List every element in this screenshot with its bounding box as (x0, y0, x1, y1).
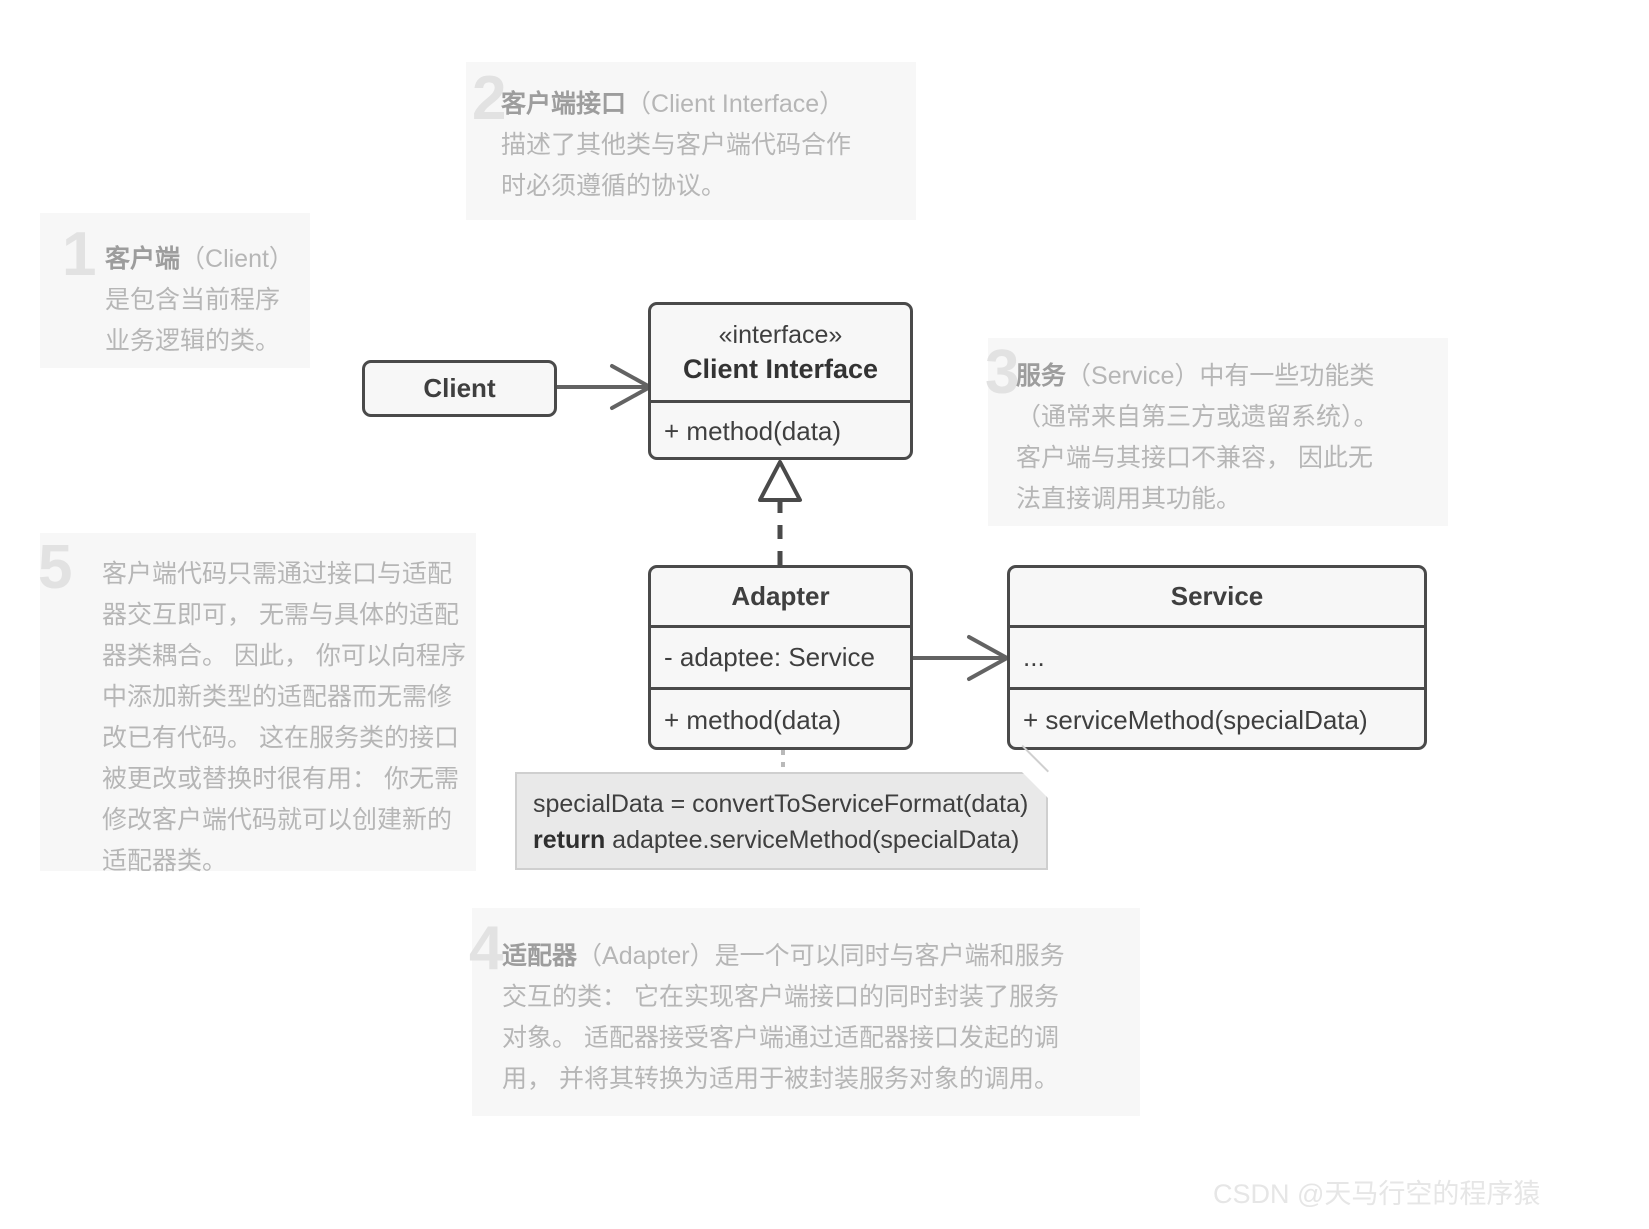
code-note-line-2: return adaptee.serviceMethod(specialData… (533, 826, 1019, 855)
annotation-3-number: 3 (985, 338, 1019, 407)
class-adapter-title: Adapter (731, 581, 830, 611)
annotation-4-line-4: 用， 并将其转换为适用于被封装服务对象的调用。 (502, 1065, 1059, 1093)
annotation-4-heading: 适配器 (502, 942, 578, 970)
connector-adapter-realizes-interface (758, 460, 802, 565)
annotation-4-line-1-tail: 是一个可以同时与客户端和服务 (714, 942, 1065, 970)
annotation-5-line-3: 器类耦合。 因此， 你可以向程序 (102, 642, 466, 670)
annotation-5-line-8: 适配器类。 (102, 847, 228, 875)
class-box-client[interactable]: Client (362, 360, 557, 417)
annotation-5: 5 客户端代码只需通过接口与适配 器交互即可， 无需与具体的适配 器类耦合。 因此，… (38, 533, 476, 875)
code-note: specialData = convertToServiceFormat(dat… (515, 744, 1049, 870)
annotation-1-heading: 客户端 (105, 245, 181, 273)
annotation-2-heading: 客户端接口 (501, 90, 627, 118)
annotation-2-line-2: 描述了其他类与客户端代码合作 (501, 131, 852, 159)
code-note-keyword-return: return (533, 826, 606, 854)
annotation-3-text: 服务（Service）中有一些功能类 （通常来自第三方或遗留系统）。 客户端与其接口… (1016, 356, 1456, 520)
class-client-interface-title: Client Interface (682, 354, 879, 384)
annotation-4-text: 适配器（Adapter）是一个可以同时与客户端和服务交互的类： 它在实现客户端接… (502, 936, 1152, 1100)
class-adapter-method-0: + method(data) (664, 704, 842, 735)
annotation-3: 3 服务（Service）中有一些功能类 （通常来自第三方或遗留系统）。 客户端与其… (985, 338, 1448, 526)
annotation-4-line-2: 交互的类： 它在实现客户端接口的同时封装了服务 (502, 983, 1059, 1011)
annotation-3-heading: 服务 (1016, 362, 1067, 390)
annotation-1: 1 客户端（Client） 是包含当前程序 业务逻辑的类。 (40, 213, 310, 368)
annotation-2-line-3: 时必须遵循的协议。 (501, 172, 727, 200)
annotation-2: 2 客户端接口（Client Interface） 描述了其他类与客户端代码合作时… (466, 62, 916, 220)
annotation-3-line-4: 法直接调用其功能。 (1016, 485, 1242, 513)
annotation-2-text: 客户端接口（Client Interface） 描述了其他类与客户端代码合作 时必须… (501, 84, 926, 207)
watermark: CSDN @天马行空的程序猿 (1213, 1179, 1541, 1209)
annotation-5-text: 客户端代码只需通过接口与适配 器交互即可， 无需与具体的适配 器类耦合。 因此， 你… (102, 554, 502, 882)
class-client-interface-member-0: + method(data) (664, 416, 842, 446)
annotation-5-number: 5 (38, 533, 72, 602)
annotation-5-line-2: 器交互即可， 无需与具体的适配 (102, 601, 459, 629)
class-client-title: Client (423, 373, 496, 403)
code-note-line-1: specialData = convertToServiceFormat(dat… (533, 790, 1029, 818)
class-box-adapter[interactable]: Adapter - adaptee: Service + method(data… (648, 565, 913, 750)
annotation-1-line-2: 是包含当前程序 (105, 286, 281, 314)
annotation-5-line-7: 修改客户端代码就可以创建新的 (102, 806, 453, 834)
class-box-service[interactable]: Service ... + serviceMethod(specialData) (1007, 565, 1427, 750)
annotation-3-line-2: （通常来自第三方或遗留系统）。 (1016, 403, 1379, 431)
annotation-5-line-4: 中添加新类型的适配器而无需修 (102, 683, 453, 711)
code-note-line-2-rest: adaptee.serviceMethod(specialData) (605, 826, 1020, 854)
annotation-4: 4 适配器（Adapter）是一个可以同时与客户端和服务交互的类： 它在实现客户… (469, 908, 1140, 1116)
connector-client-to-interface (557, 364, 652, 410)
class-client-interface-stereotype: «interface» (718, 321, 843, 349)
annotation-5-line-6: 被更改或替换时很有用： 你无需 (102, 765, 459, 793)
annotation-3-line-3: 客户端与其接口不兼容， 因此无 (1016, 444, 1373, 472)
annotation-4-number: 4 (469, 914, 503, 983)
annotation-1-text: 客户端（Client） 是包含当前程序 业务逻辑的类。 (105, 239, 345, 362)
annotation-3-line-1-tail: 中有一些功能类 (1199, 362, 1375, 390)
annotation-3-heading-paren: （Service） (1066, 362, 1200, 390)
class-box-client-interface[interactable]: «interface» Client Interface + method(da… (648, 302, 913, 460)
annotation-5-line-5: 改已有代码。 这在服务类的接口 (102, 724, 459, 752)
class-service-title: Service (1170, 581, 1264, 611)
annotation-2-heading-paren: （Client Interface） (626, 90, 845, 118)
class-adapter-field-0: - adaptee: Service (664, 642, 876, 672)
class-service-method-0: + serviceMethod(specialData) (1023, 704, 1368, 735)
annotation-4-line-3: 对象。 适配器接受客户端通过适配器接口发起的调 (502, 1024, 1059, 1052)
annotation-5-line-1: 客户端代码只需通过接口与适配 (102, 560, 453, 588)
annotation-1-line-3: 业务逻辑的类。 (105, 327, 281, 355)
annotation-1-number: 1 (62, 220, 96, 289)
annotation-1-heading-paren: （Client） (180, 245, 294, 273)
connector-adapter-to-service (913, 635, 1009, 681)
annotation-4-heading-paren: （Adapter） (577, 942, 715, 970)
class-service-field-0: ... (1023, 642, 1045, 672)
class-client-interface-header: «interface» Client Interface (651, 305, 910, 400)
